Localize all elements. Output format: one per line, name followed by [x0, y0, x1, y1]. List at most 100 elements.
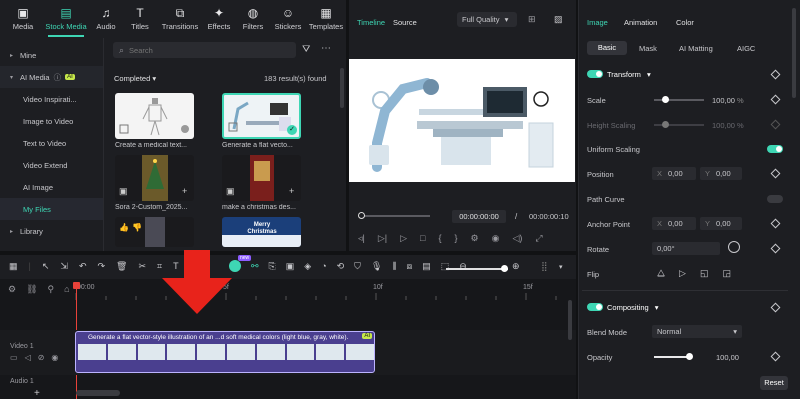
fullscreen-icon[interactable]: ⤢ [535, 233, 542, 244]
add-track-icon[interactable]: ⚙ [8, 284, 16, 295]
transform-toggle[interactable] [587, 70, 603, 78]
thumbs-up-icon[interactable]: 👍 [119, 223, 129, 232]
media-card-3[interactable]: ▣ + [115, 155, 194, 201]
playhead-handle[interactable] [73, 282, 80, 289]
select-tool-icon[interactable]: ↖ [42, 261, 50, 272]
tab-titles[interactable]: T Titles [122, 0, 158, 38]
tab-templates[interactable]: ▦ Templates [306, 0, 346, 38]
undo-icon[interactable]: ↶ [79, 261, 87, 272]
height-scaling-value[interactable]: 100,00 % [712, 121, 744, 130]
lock-icon[interactable]: ⊘ [38, 353, 45, 362]
transform-header[interactable]: Transform ▾ [607, 70, 651, 79]
smart-cut-icon[interactable]: ⎘ [269, 261, 276, 272]
eye-icon[interactable]: ◉ [51, 353, 58, 362]
sidebar-item-text-to-video[interactable]: Text to Video [0, 132, 103, 154]
sidebar-item-ai-media[interactable]: ▾ AI Media ⓘ AI [0, 66, 103, 88]
subtab-ai-matting[interactable]: AI Matting [679, 44, 713, 53]
scrubber-knob[interactable] [358, 212, 365, 219]
compositing-header[interactable]: Compositing ▾ [607, 303, 659, 312]
reset-button[interactable]: Reset [760, 376, 788, 390]
ripple-icon[interactable]: ⇲ [60, 261, 68, 272]
mark-in-icon[interactable]: { [438, 233, 441, 244]
media-card-1[interactable] [115, 93, 194, 139]
zoom-slider[interactable] [446, 265, 508, 272]
height-slider-knob[interactable] [662, 121, 669, 128]
play-icon[interactable]: ▷ [400, 233, 407, 244]
height-scaling-slider[interactable] [654, 121, 704, 128]
scene-icon[interactable]: ▤ [422, 261, 431, 272]
playback-scrubber[interactable] [358, 212, 430, 219]
subtab-mask[interactable]: Mask [639, 44, 657, 53]
sidebar-item-image-to-video[interactable]: Image to Video [0, 110, 103, 132]
more-options-icon[interactable]: ⋯ [321, 43, 331, 54]
mic-icon[interactable]: 🎙 [371, 261, 382, 272]
timeline-vertical-scrollbar[interactable] [568, 300, 572, 340]
prev-frame-icon[interactable]: ◃| [358, 233, 365, 244]
opacity-slider[interactable] [654, 353, 693, 360]
sidebar-item-library[interactable]: ▸ Library [0, 220, 103, 242]
tab-timeline[interactable]: Timeline [357, 18, 385, 27]
camera-icon[interactable]: ◉ [492, 233, 500, 244]
timeline-horizontal-scrollbar[interactable] [76, 390, 120, 396]
redo-icon[interactable]: ↷ [98, 261, 106, 272]
quality-dropdown[interactable]: Full Quality ▾ [457, 12, 517, 27]
add-icon[interactable]: + [34, 388, 40, 399]
grid-view-icon[interactable]: ⊞ [528, 14, 536, 25]
zoom-in-icon[interactable]: ⊕ [512, 261, 520, 272]
export-frame-icon[interactable]: ⬚ [441, 261, 450, 272]
tab-color[interactable]: Color [676, 18, 694, 27]
sidebar-item-video-extend[interactable]: Video Extend [0, 154, 103, 176]
anchor-y-field[interactable]: Y 0,00 [700, 217, 742, 230]
mark-out-icon[interactable]: } [455, 233, 458, 244]
opacity-slider-knob[interactable] [686, 353, 693, 360]
shield-icon[interactable]: ⛉ [354, 261, 361, 272]
snap-icon[interactable]: ⌂ [64, 284, 69, 295]
sync-icon[interactable]: ⟲ [337, 261, 345, 272]
sidebar-item-mine[interactable]: ▸ Mine [0, 44, 103, 66]
position-x-field[interactable]: X 0,00 [652, 167, 696, 180]
cut-icon[interactable]: ✂ [138, 261, 146, 272]
sticker-tool-icon[interactable]: ◈ [304, 261, 311, 272]
compositing-toggle[interactable] [587, 303, 603, 311]
tab-transitions[interactable]: ⧉ Transitions [158, 0, 202, 38]
scale-slider-knob[interactable] [662, 96, 669, 103]
thumbs-down-icon[interactable]: 👎 [132, 223, 142, 232]
position-y-field[interactable]: Y 0,00 [700, 167, 742, 180]
subtab-aigc[interactable]: AIGC [737, 44, 755, 53]
subtab-basic[interactable]: Basic [587, 41, 627, 55]
marker-icon[interactable]: ⚲ [48, 284, 55, 295]
opacity-value[interactable]: 100,00 [716, 353, 739, 362]
tab-effects[interactable]: ✦ Effects [202, 0, 236, 38]
play-pause-icon[interactable]: ▷| [378, 233, 387, 244]
add-icon[interactable]: + [182, 186, 187, 196]
flip-horizontal-icon[interactable]: ⧋ [657, 268, 665, 279]
link-icon[interactable]: ⛓ [26, 284, 37, 295]
tab-stickers[interactable]: ☺ Stickers [270, 0, 306, 38]
timeline-ruler[interactable]: 00:00 5f 10f 15f [70, 281, 576, 301]
volume-icon[interactable]: ◁ [25, 353, 31, 362]
search-input[interactable] [129, 45, 280, 55]
sidebar-item-ai-image[interactable]: AI Image [0, 176, 103, 198]
mixer-icon[interactable]: ⫼ [392, 261, 396, 272]
stop-icon[interactable]: □ [420, 233, 425, 244]
caption-icon[interactable]: ⧈ [407, 261, 413, 272]
blend-mode-select[interactable]: Normal ▾ [652, 325, 742, 338]
magic-icon[interactable]: ⚯ [251, 261, 259, 272]
tab-audio[interactable]: ♫ Audio [90, 0, 122, 38]
search-box[interactable]: ⌕ [113, 42, 296, 58]
filter-icon[interactable]: ⛛ [302, 44, 310, 55]
sidebar-item-video-inspiration[interactable]: Video Inspirati... [0, 88, 103, 110]
layout-icon[interactable]: ▦ [9, 261, 18, 272]
tab-image[interactable]: Image [587, 18, 608, 27]
uniform-scaling-toggle[interactable] [767, 145, 783, 153]
media-card-6[interactable]: Merry Christmas [222, 217, 301, 247]
tab-animation[interactable]: Animation [624, 18, 657, 27]
tab-media[interactable]: ▣ Media [4, 0, 42, 38]
rotate-left-icon[interactable]: ◱ [700, 268, 709, 279]
tab-filters[interactable]: ◍ Filters [236, 0, 270, 38]
scale-slider[interactable] [654, 96, 704, 103]
image-tool-icon[interactable]: ▣ [286, 261, 295, 272]
sidebar-item-my-files[interactable]: My Files [0, 198, 103, 220]
media-card-4[interactable]: ▣ + [222, 155, 301, 201]
flip-vertical-icon[interactable]: ▷ [679, 268, 686, 279]
